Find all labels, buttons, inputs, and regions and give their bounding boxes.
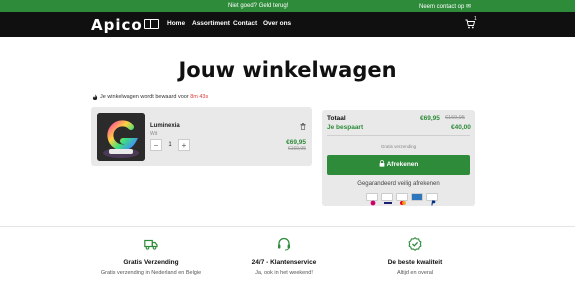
nav-item-home[interactable]: Home <box>167 20 185 27</box>
promo-text: Niet goed? Geld terug! <box>228 3 289 9</box>
product-lamp-image <box>97 113 145 161</box>
paypal-icon <box>426 193 438 206</box>
mastercard-icon <box>396 193 408 205</box>
contact-link[interactable]: Neem contact op ✉ <box>419 3 471 10</box>
total-value: €69,95 <box>420 115 440 122</box>
reserved-notice: Je winkelwagen wordt bewaard voor 8m 43s <box>100 94 208 100</box>
quantity-decrease-button[interactable]: − <box>150 139 162 151</box>
ideal-icon <box>366 193 378 206</box>
savings-value: €40,00 <box>451 124 471 131</box>
shipping-note: Gratis verzending <box>380 144 417 149</box>
logo-text[interactable]: Apico <box>91 16 143 34</box>
page-title: Jouw winkelwagen <box>178 58 397 82</box>
feature-subtitle: Altijd en overal <box>396 270 434 276</box>
nav-item-assortiment[interactable]: Assortiment <box>192 20 230 27</box>
quantity-value: 1 <box>168 142 172 148</box>
trash-icon[interactable] <box>300 123 306 130</box>
summary-divider <box>327 135 470 136</box>
feature-title: Gratis Verzending <box>123 259 179 266</box>
main-nav: Apico Home Assortiment Contact Over ons … <box>0 12 575 37</box>
headset-icon <box>278 237 290 251</box>
quantity-stepper: − 1 + <box>150 139 190 151</box>
product-name[interactable]: Luminexia <box>150 123 180 129</box>
reserved-timer: 8m 43s <box>190 94 209 100</box>
product-image[interactable] <box>97 113 145 161</box>
cart-count-badge: 1 <box>474 16 477 22</box>
product-variant: Wit <box>150 131 158 137</box>
total-old-price: €169,95 <box>445 115 465 121</box>
feature-title: De beste kwaliteit <box>387 259 443 266</box>
checkout-label: Afrekenen <box>386 161 419 168</box>
feature-title: 24/7 - Klantenservice <box>251 259 317 266</box>
feature-support: 24/7 - Klantenservice Ja, ook in het wee… <box>219 259 349 276</box>
feature-subtitle: Ja, ook in het weekend! <box>255 270 313 276</box>
features-bar <box>0 226 575 288</box>
amex-icon <box>411 193 423 201</box>
nav-item-contact[interactable]: Contact <box>233 20 257 27</box>
truck-icon <box>144 239 158 250</box>
promo-bar: Niet goed? Geld terug! Neem contact op ✉ <box>0 0 575 12</box>
item-price: €69,95 <box>286 139 306 146</box>
feature-shipping: Gratis Verzending Gratis verzending in N… <box>86 259 216 276</box>
nav-item-over-ons[interactable]: Over ons <box>263 20 291 27</box>
total-label: Totaal <box>327 115 346 122</box>
feature-quality: De beste kwaliteit Altijd en overal <box>350 259 480 276</box>
lock-icon <box>379 160 384 167</box>
feature-subtitle: Gratis verzending in Nederland en Belgie <box>100 270 202 276</box>
secure-checkout-text: Gegarandeerd veilig afrekenen <box>357 181 440 187</box>
flame-icon <box>92 94 98 101</box>
savings-label: Je bespaart <box>327 124 364 131</box>
quantity-increase-button[interactable]: + <box>178 139 190 151</box>
logo-box-icon <box>144 19 159 29</box>
quality-check-icon <box>408 237 422 251</box>
visa-icon <box>381 193 393 204</box>
reserved-text: Je winkelwagen wordt bewaard voor <box>100 94 189 100</box>
checkout-button[interactable]: Afrekenen <box>327 155 470 175</box>
item-old-price: €169,95 <box>287 146 306 152</box>
